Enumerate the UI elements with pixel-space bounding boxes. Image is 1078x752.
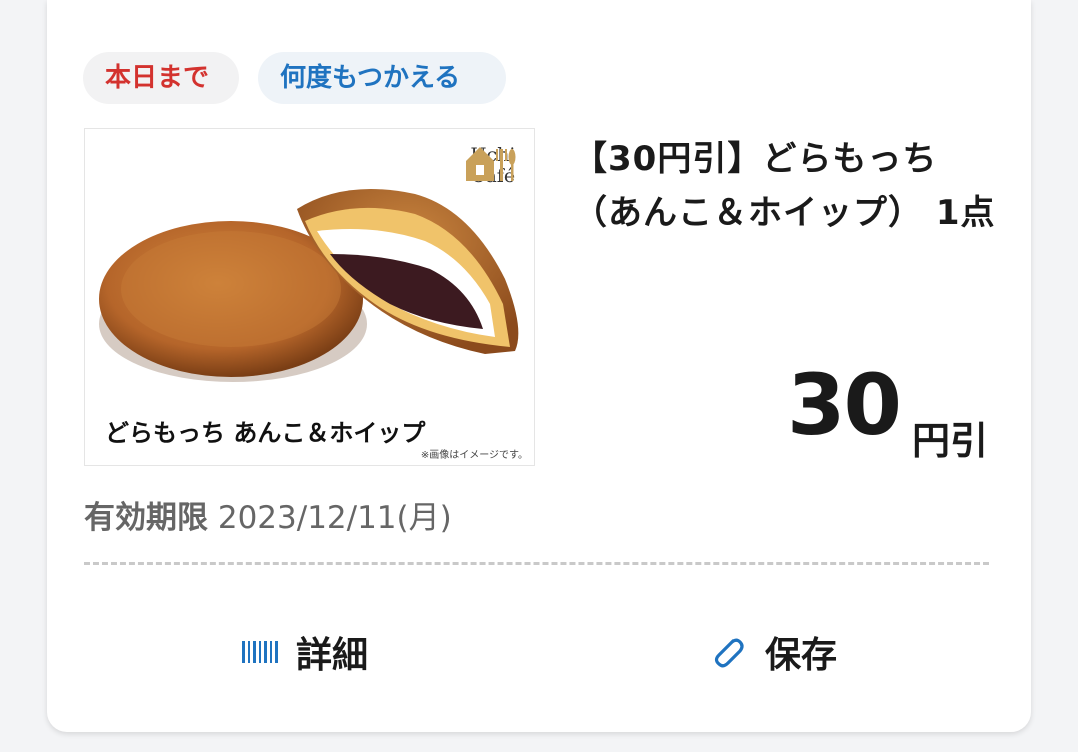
discount-unit: 円引 bbox=[912, 419, 989, 463]
house-cutlery-icon bbox=[466, 147, 516, 181]
product-image: Uchi Café どらもっち あんこ＆ホイップ ※画像はイメージです。 bbox=[84, 128, 535, 466]
expiry-label: 有効期限 bbox=[84, 500, 208, 536]
deadline-tag: 本日まで bbox=[83, 52, 239, 104]
barcode-icon bbox=[242, 641, 278, 663]
detail-button[interactable]: 詳細 bbox=[242, 622, 368, 682]
save-button[interactable]: 保存 bbox=[709, 622, 837, 682]
uchi-cafe-logo: Uchi Café bbox=[462, 143, 524, 187]
dashed-divider bbox=[84, 562, 989, 565]
save-label: 保存 bbox=[765, 635, 838, 676]
expiry-date: 2023/12/11(月) bbox=[217, 500, 452, 536]
paperclip-icon bbox=[714, 638, 744, 668]
image-caption: どらもっち あんこ＆ホイップ bbox=[105, 419, 426, 447]
image-note: ※画像はイメージです。 bbox=[420, 450, 528, 461]
detail-label: 詳細 bbox=[296, 635, 369, 676]
reusable-tag: 何度もつかえる bbox=[258, 52, 506, 104]
coupon-card[interactable]: 本日まで 何度もつかえる Uchi どらもっち あんこ＆ホイップ ※画像はイメー… bbox=[47, 0, 1031, 732]
coupon-title: 【30円引】どらもっち（あんこ＆ホイップ） 1点 bbox=[573, 139, 996, 233]
discount-amount: 30 bbox=[787, 356, 902, 454]
expiry-row: 有効期限 2023/12/11(月) bbox=[84, 492, 452, 537]
